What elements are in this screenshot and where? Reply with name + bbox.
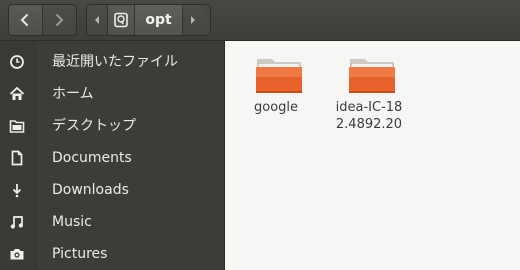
file-name: google [253, 100, 299, 115]
camera-icon [9, 246, 25, 262]
sidebar-item-label: ホーム [52, 86, 94, 102]
chevron-right-icon [56, 14, 64, 26]
history-nav [8, 4, 77, 36]
folder-icon [349, 59, 395, 93]
sidebar-item-desktop[interactable]: デスクトップ [0, 110, 224, 142]
sidebar-item-pictures[interactable]: Pictures [0, 238, 224, 270]
forward-button[interactable] [42, 5, 76, 35]
path-scroll-left-button[interactable] [87, 5, 107, 35]
sidebar-item-label: Documents [52, 150, 132, 166]
file-name: idea-IC-182.4892.20 [335, 100, 403, 132]
file-view: google idea-IC-182.4892.20 [225, 41, 520, 270]
sidebar-item-documents[interactable]: Documents [0, 142, 224, 174]
chevron-left-icon [20, 14, 29, 26]
sidebar-item-label: Pictures [52, 246, 108, 262]
sidebar-item-label: 最近開いたファイル [52, 54, 178, 70]
sidebar-item-label: Downloads [52, 182, 129, 198]
folder-icon [9, 118, 25, 134]
home-icon [9, 86, 25, 102]
path-current-label: opt [145, 12, 172, 28]
header-bar: opt [0, 0, 520, 41]
root-disk-icon [114, 12, 128, 28]
file-manager-window: opt 最近開いたファイル ホーム デスクトップ Documents Downl… [0, 0, 520, 270]
file-item-google[interactable]: google [234, 41, 318, 161]
sidebar-item-downloads[interactable]: Downloads [0, 174, 224, 206]
path-scroll-right-button[interactable] [183, 5, 203, 35]
caret-right-icon [191, 16, 195, 24]
sidebar-item-recent[interactable]: 最近開いたファイル [0, 46, 224, 78]
path-bar: opt [86, 4, 211, 36]
sidebar-item-label: デスクトップ [52, 118, 136, 134]
path-current-folder-button[interactable]: opt [135, 5, 183, 35]
sidebar: 最近開いたファイル ホーム デスクトップ Documents Downloads… [0, 41, 224, 270]
file-item-idea[interactable]: idea-IC-182.4892.20 [327, 41, 411, 171]
sidebar-item-music[interactable]: Music [0, 206, 224, 238]
sidebar-item-home[interactable]: ホーム [0, 78, 224, 110]
music-icon [9, 214, 25, 230]
sidebar-item-label: Music [52, 214, 92, 230]
caret-left-icon [95, 16, 99, 24]
path-root-button[interactable] [107, 5, 135, 35]
folder-icon [256, 59, 302, 93]
document-icon [9, 150, 25, 166]
download-icon [9, 182, 25, 198]
clock-icon [9, 54, 25, 70]
back-button[interactable] [9, 5, 43, 35]
